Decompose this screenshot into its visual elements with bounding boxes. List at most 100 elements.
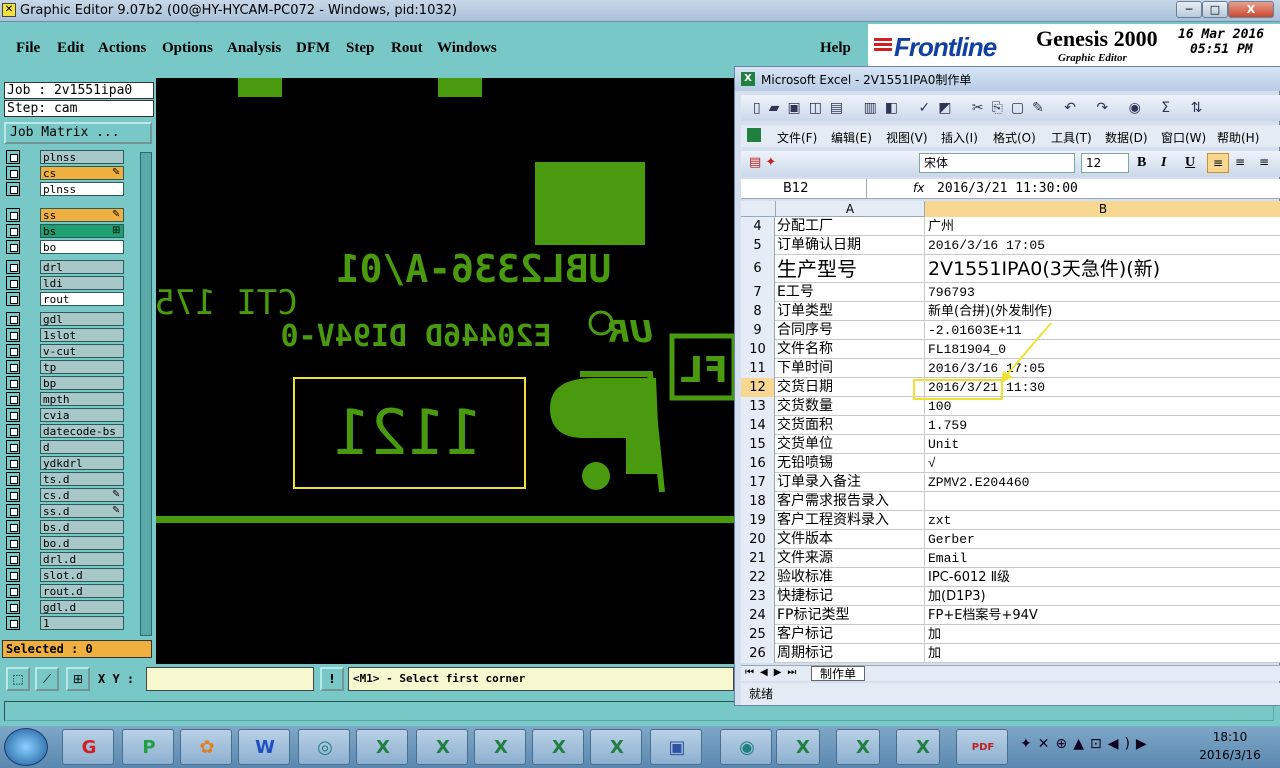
- layer-row-bs[interactable]: bs ⊞: [6, 224, 124, 238]
- cell-b[interactable]: 新单(合拼)(外发制作): [925, 302, 1280, 321]
- excel-menu-tools[interactable]: 工具(T): [1051, 129, 1092, 146]
- layer-checkbox[interactable]: [6, 552, 20, 566]
- layer-row-cvia[interactable]: cvia: [6, 408, 124, 422]
- layer-checkbox[interactable]: [6, 208, 20, 222]
- menu-dfm[interactable]: DFM: [296, 40, 330, 57]
- layer-row-d[interactable]: d: [6, 440, 124, 454]
- layer-checkbox[interactable]: [6, 292, 20, 306]
- pcb-canvas[interactable]: UBL2336-A/01 CTI 175 E20446D DI94V-0 112…: [156, 78, 734, 664]
- excel-menu-help[interactable]: 帮助(H): [1217, 129, 1259, 146]
- cell-b[interactable]: IPC-6012 Ⅱ级: [925, 568, 1280, 587]
- cell-a[interactable]: 文件版本: [775, 530, 925, 549]
- bold-button[interactable]: B: [1137, 155, 1146, 171]
- layer-checkbox[interactable]: [6, 616, 20, 630]
- menu-file[interactable]: File: [16, 40, 40, 57]
- layer-checkbox[interactable]: [6, 584, 20, 598]
- warning-icon[interactable]: !: [320, 667, 344, 691]
- sheet-tab[interactable]: 制作单: [811, 666, 866, 681]
- row-number[interactable]: 14: [741, 416, 775, 435]
- cell-a[interactable]: E工号: [775, 283, 925, 302]
- layer-row-v-cut[interactable]: v-cut: [6, 344, 124, 358]
- cell-a[interactable]: 下单时间: [775, 359, 925, 378]
- cell-b[interactable]: 796793: [925, 283, 1280, 302]
- layer-row-ldi[interactable]: ldi: [6, 276, 124, 290]
- cell-b[interactable]: ZPMV2.E204460: [925, 473, 1280, 492]
- cell-b[interactable]: [925, 492, 1280, 511]
- menu-options[interactable]: Options: [162, 40, 213, 57]
- cell-b[interactable]: Unit: [925, 435, 1280, 454]
- font-size-select[interactable]: 12: [1081, 153, 1129, 173]
- cell-a[interactable]: 交货单位: [775, 435, 925, 454]
- layer-checkbox[interactable]: [6, 568, 20, 582]
- taskbar-item[interactable]: X: [532, 729, 584, 765]
- layer-row-ydkdrl[interactable]: ydkdrl: [6, 456, 124, 470]
- layer-checkbox[interactable]: [6, 150, 20, 164]
- cell-b[interactable]: 2016/3/16 17:05: [925, 359, 1280, 378]
- layer-checkbox[interactable]: [6, 276, 20, 290]
- row-number[interactable]: 12: [741, 378, 775, 397]
- layer-checkbox[interactable]: [6, 360, 20, 374]
- cell-a[interactable]: 周期标记: [775, 644, 925, 663]
- row-number[interactable]: 19: [741, 511, 775, 530]
- row-number[interactable]: 5: [741, 236, 775, 255]
- cell-a[interactable]: 生产型号: [775, 255, 925, 283]
- layer-checkbox[interactable]: [6, 392, 20, 406]
- row-number[interactable]: 7: [741, 283, 775, 302]
- cell-a[interactable]: 客户需求报告录入: [775, 492, 925, 511]
- minimize-button[interactable]: ─: [1176, 1, 1202, 18]
- cell-b[interactable]: FL181904_0: [925, 340, 1280, 359]
- row-number[interactable]: 6: [741, 255, 775, 283]
- tray-icons[interactable]: ✦✕⊕▲⊡◀)▶: [1020, 736, 1153, 752]
- excel-menu-window[interactable]: 窗口(W): [1161, 129, 1206, 146]
- layer-row-bo[interactable]: bo: [6, 240, 124, 254]
- cell-a[interactable]: 文件名称: [775, 340, 925, 359]
- row-number[interactable]: 8: [741, 302, 775, 321]
- layer-checkbox[interactable]: [6, 240, 20, 254]
- cell-a[interactable]: 订单类型: [775, 302, 925, 321]
- row-number[interactable]: 10: [741, 340, 775, 359]
- taskbar-item[interactable]: X: [836, 729, 880, 765]
- align-center-button[interactable]: ≡: [1235, 155, 1245, 169]
- row-number[interactable]: 15: [741, 435, 775, 454]
- layer-row-gdl[interactable]: gdl: [6, 312, 124, 326]
- layer-checkbox[interactable]: [6, 488, 20, 502]
- layer-row-slot-d[interactable]: slot.d: [6, 568, 124, 582]
- menu-windows[interactable]: Windows: [437, 40, 497, 57]
- taskbar-item[interactable]: X: [896, 729, 940, 765]
- row-number[interactable]: 9: [741, 321, 775, 340]
- cell-a[interactable]: 订单录入备注: [775, 473, 925, 492]
- close-button[interactable]: X: [1228, 1, 1274, 18]
- excel-menu-file[interactable]: 文件(F): [777, 129, 817, 146]
- taskbar-item[interactable]: ◎: [298, 729, 350, 765]
- pdf-tools-icon[interactable]: ▤ ✦: [749, 155, 776, 170]
- layer-checkbox[interactable]: [6, 376, 20, 390]
- excel-menu-view[interactable]: 视图(V): [886, 129, 928, 146]
- layer-row-drl-d[interactable]: drl.d: [6, 552, 124, 566]
- row-number[interactable]: 13: [741, 397, 775, 416]
- taskbar-item[interactable]: W: [238, 729, 290, 765]
- start-button[interactable]: [4, 728, 48, 766]
- row-number[interactable]: 18: [741, 492, 775, 511]
- menu-analysis[interactable]: Analysis: [227, 40, 281, 57]
- row-number[interactable]: 22: [741, 568, 775, 587]
- row-number[interactable]: 11: [741, 359, 775, 378]
- formula-input[interactable]: 2016/3/21 11:30:00: [937, 181, 1078, 196]
- cell-b[interactable]: √: [925, 454, 1280, 473]
- taskbar-item[interactable]: ◉: [720, 729, 772, 765]
- taskbar-item[interactable]: ✿: [180, 729, 232, 765]
- taskbar-item[interactable]: X: [416, 729, 468, 765]
- layer-checkbox[interactable]: [6, 260, 20, 274]
- layer-checkbox[interactable]: [6, 344, 20, 358]
- layer-row-gdl-d[interactable]: gdl.d: [6, 600, 124, 614]
- layer-row-drl[interactable]: drl: [6, 260, 124, 274]
- row-number[interactable]: 20: [741, 530, 775, 549]
- grid-snap-icon[interactable]: ⊞: [66, 667, 90, 691]
- cell-a[interactable]: FP标记类型: [775, 606, 925, 625]
- cell-b[interactable]: 加: [925, 625, 1280, 644]
- layer-checkbox[interactable]: [6, 472, 20, 486]
- cell-a[interactable]: 客户工程资料录入: [775, 511, 925, 530]
- taskbar-item[interactable]: G: [62, 729, 114, 765]
- taskbar-item[interactable]: X: [590, 729, 642, 765]
- layer-checkbox[interactable]: [6, 328, 20, 342]
- taskbar-item[interactable]: PDF: [956, 729, 1008, 765]
